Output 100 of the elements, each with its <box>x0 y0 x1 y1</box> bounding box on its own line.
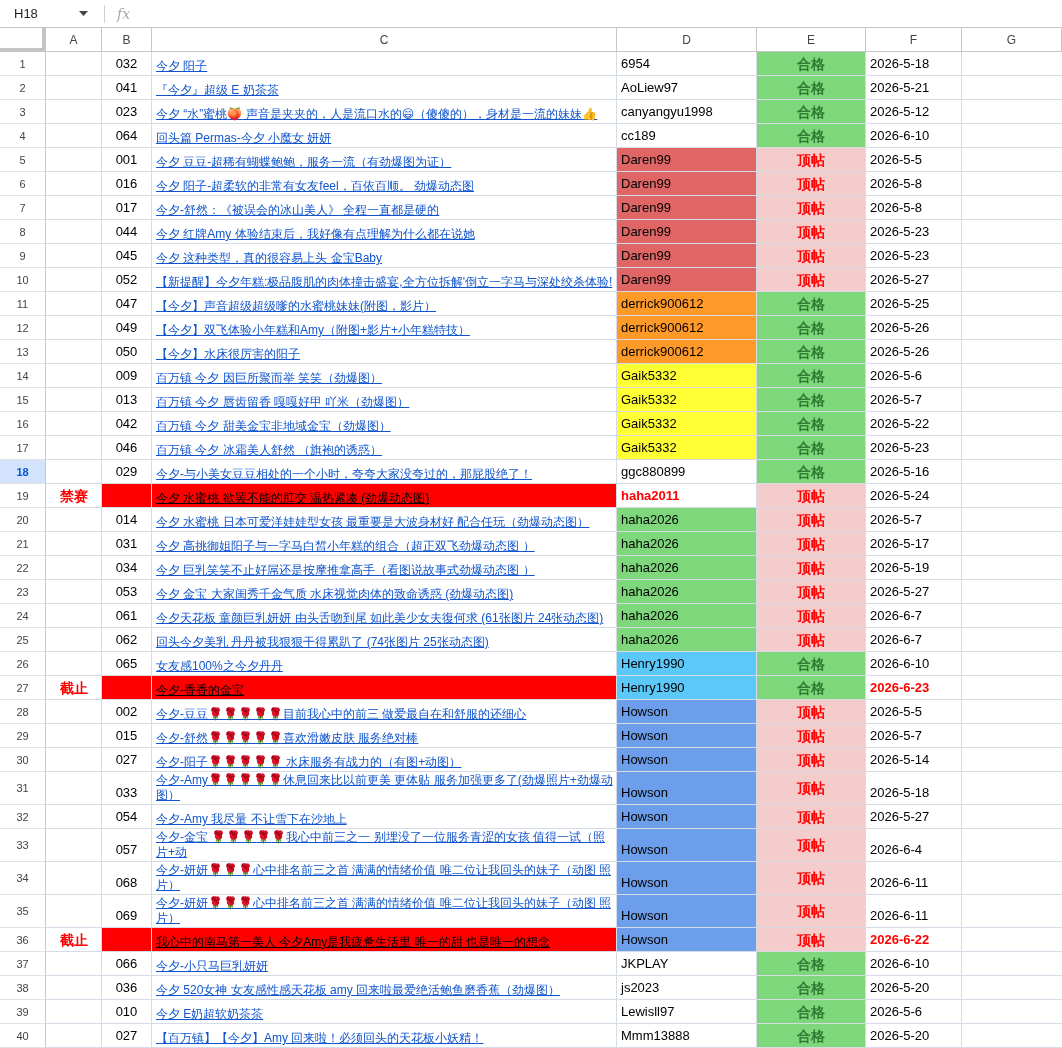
select-all-button[interactable] <box>0 28 46 52</box>
emoji-icon: 🌹 <box>238 896 253 910</box>
post-link[interactable]: 今夕 520女神 女友感性感天花板 amy 回来啦最爱绝活鲍鱼磨香蕉（劲爆图） <box>156 983 561 998</box>
row-header[interactable]: 2 <box>0 76 46 100</box>
post-link[interactable]: 【今夕】声音超级超级嗲的水蜜桃妹妹(附图，影片） <box>156 299 436 314</box>
row-header[interactable]: 26 <box>0 652 46 676</box>
table-cell: 2026-5-20 <box>866 1024 962 1048</box>
table-cell: Daren99 <box>617 244 757 268</box>
post-link[interactable]: 今夕 高挑御姐阳子与一字马白皙小年糕的组合（超正双飞劲爆动态图 ） <box>156 539 535 554</box>
post-link[interactable]: 今夕-香香的金宝 <box>156 683 244 698</box>
post-link[interactable]: 今夕-舒然🌹🌹🌹🌹🌹喜欢滑嫩皮肤 服务绝对棒 <box>156 731 419 746</box>
post-link[interactable]: 今夕 金宝 大家闺秀千金气质 水床视觉肉体的致命诱惑 (劲爆动态图) <box>156 587 514 602</box>
post-link[interactable]: 今夕 红牌Amy 体验结束后，我好像有点理解为什么都在说她 <box>156 227 475 242</box>
table-cell: haha2026 <box>617 580 757 604</box>
row-header[interactable]: 23 <box>0 580 46 604</box>
post-link[interactable]: 我心中的南马第一美人 今夕Amy是我疲惫生活里 唯一的甜 也是唯一的想念 <box>156 935 550 950</box>
post-link[interactable]: 回头篇 Permas-今夕 小魔女 妍妍 <box>156 131 332 146</box>
row-header[interactable]: 34 <box>0 862 46 895</box>
post-link[interactable]: 今夕天花板 童颜巨乳妍妍 由头舌吻到尾 如此美少女夫復何求 (61张图片 24张动态图) <box>156 611 604 626</box>
row-header[interactable]: 1 <box>0 52 46 76</box>
row-header[interactable]: 11 <box>0 292 46 316</box>
status-cell: 顶帖 <box>757 268 866 292</box>
post-link[interactable]: 【今夕】水床很厉害的阳子 <box>156 347 300 362</box>
table-cell: Daren99 <box>617 268 757 292</box>
post-link[interactable]: 今夕-妍妍🌹🌹🌹心中排名前三之首 满满的情绪价值 唯二位让我回头的妹子（动图 照片） <box>156 896 613 926</box>
post-link[interactable]: 百万镇 今夕 冰霜美人舒然 （旗袍的诱惑） <box>156 443 382 458</box>
row-header[interactable]: 30 <box>0 748 46 772</box>
status-cell: 合格 <box>757 52 866 76</box>
post-link[interactable]: 今夕 阳子 <box>156 59 208 74</box>
row-header[interactable]: 19 <box>0 484 46 508</box>
row-header[interactable]: 38 <box>0 976 46 1000</box>
post-link[interactable]: 百万镇 今夕 唇齿留香 嘎嘎好甲 吖米（劲爆图） <box>156 395 410 410</box>
row-header[interactable]: 31 <box>0 772 46 805</box>
post-link[interactable]: 今夕-阳子🌹🌹🌹🌹🌹 水床服务有战力的（有图+动图） <box>156 755 462 770</box>
row-header[interactable]: 21 <box>0 532 46 556</box>
post-link[interactable]: 今夕-Amy🌹🌹🌹🌹🌹休息回来比以前更美 更体贴 服务加强更多了(劲爆照片+劲爆动图） <box>156 773 613 803</box>
post-link[interactable]: 今夕 这种类型，真的很容易上头 金宝Baby <box>156 251 383 266</box>
row-header[interactable]: 12 <box>0 316 46 340</box>
row-header[interactable]: 5 <box>0 148 46 172</box>
row-header[interactable]: 14 <box>0 364 46 388</box>
row-header[interactable]: 8 <box>0 220 46 244</box>
post-link[interactable]: 百万镇 今夕 因巨所聚而举 笑笑（劲爆图） <box>156 371 382 386</box>
table-cell: Daren99 <box>617 220 757 244</box>
row-header[interactable]: 15 <box>0 388 46 412</box>
post-link[interactable]: 女友感100%之今夕丹丹 <box>156 659 283 674</box>
row-header[interactable]: 7 <box>0 196 46 220</box>
row-header[interactable]: 25 <box>0 628 46 652</box>
row-header[interactable]: 17 <box>0 436 46 460</box>
row-header[interactable]: 13 <box>0 340 46 364</box>
row-header[interactable]: 22 <box>0 556 46 580</box>
post-link[interactable]: 回头今夕美乳 丹丹被我狠狠干得累趴了 (74张图片 25张动态图) <box>156 635 489 650</box>
post-link[interactable]: 【新提醒】今夕年糕:极品腹肌的肉体撞击盛宴,全方位拆解'倒立一字马与深处绞杀体验! <box>156 275 613 290</box>
post-link[interactable]: 今夕 E奶超软奶茶茶 <box>156 1007 264 1022</box>
post-link[interactable]: 百万镇 今夕 甜美金宝非地域金宝（劲爆图） <box>156 419 391 434</box>
status-cell: 顶帖 <box>757 196 866 220</box>
row-header[interactable]: 9 <box>0 244 46 268</box>
status-cell: 顶帖 <box>757 484 866 508</box>
post-link[interactable]: 今夕 阳子-超柔软的非常有女友feel，百依百顺。 劲爆动态图 <box>156 179 474 194</box>
post-link[interactable]: 今夕 “水”蜜桃🍑 声音是夹夹的，人是流口水的😄（傻傻的），身材是一流的妹妹👍 <box>156 107 598 122</box>
row-header[interactable]: 20 <box>0 508 46 532</box>
post-link[interactable]: 今夕-与小美女豆豆相处的一个小时，夸夸大家没夸过的，那屁股绝了！ <box>156 467 532 482</box>
status-cell: 合格 <box>757 436 866 460</box>
row-header[interactable]: 27 <box>0 676 46 700</box>
row-header[interactable]: 3 <box>0 100 46 124</box>
row-header[interactable]: 16 <box>0 412 46 436</box>
post-link[interactable]: 今夕-豆豆🌹🌹🌹🌹🌹目前我心中的前三 做爱最自在和舒服的还细心 <box>156 707 527 722</box>
row-header[interactable]: 28 <box>0 700 46 724</box>
table-cell: derrick900612 <box>617 316 757 340</box>
row-header[interactable]: 36 <box>0 928 46 952</box>
row-header[interactable]: 37 <box>0 952 46 976</box>
post-link[interactable]: 今夕 水蜜桃 欲罢不能的肛交 温热紧凑 (劲爆动态图) <box>156 491 430 506</box>
row-header[interactable]: 24 <box>0 604 46 628</box>
post-link[interactable]: 『今夕』超级 E 奶茶茶 <box>156 83 279 98</box>
row-header[interactable]: 10 <box>0 268 46 292</box>
post-link[interactable]: 今夕-妍妍🌹🌹🌹心中排名前三之首 满满的情绪价值 唯二位让我回头的妹子（动图 照片） <box>156 863 613 893</box>
post-link[interactable]: 今夕-金宝 🌹🌹🌹🌹🌹我心中前三之一 别埋没了一位服务青涩的女孩 值得一试（照片+动 <box>156 830 613 860</box>
name-box[interactable]: H18 <box>4 2 94 25</box>
status-cell: 合格 <box>757 412 866 436</box>
table-cell: Howson <box>617 805 757 829</box>
post-link[interactable]: 今夕-舒然：《被误会的冰山美人》 全程一直都是硬的 <box>156 203 440 218</box>
row-header[interactable]: 32 <box>0 805 46 829</box>
row-header[interactable]: 33 <box>0 829 46 862</box>
row-header[interactable]: 40 <box>0 1024 46 1048</box>
row-header[interactable]: 18 <box>0 460 46 484</box>
post-link[interactable]: 今夕 巨乳笑笑不止好屌还是按摩推拿高手（看图说故事式劲爆动态图 ） <box>156 563 535 578</box>
status-cell: 合格 <box>757 1000 866 1024</box>
status-cell: 合格 <box>757 124 866 148</box>
row-header[interactable]: 6 <box>0 172 46 196</box>
post-link[interactable]: 【百万镇】【今夕】Amy 回来啦！必须回头的天花板小妖精！ <box>156 1031 484 1046</box>
row-header[interactable]: 39 <box>0 1000 46 1024</box>
row-header[interactable]: 29 <box>0 724 46 748</box>
table-cell: Daren99 <box>617 196 757 220</box>
post-link[interactable]: 今夕 水蜜桃 日本可爱洋娃娃型女孩 最重要是大波身材好 配合任玩（劲爆动态图） <box>156 515 590 530</box>
post-link[interactable]: 今夕-小只马巨乳妍妍 <box>156 959 268 974</box>
emoji-icon: 🌹 <box>268 773 283 787</box>
post-link[interactable]: 今夕 豆豆-超稀有蝴蝶鲍鲍，服务一流（有劲爆图为证） <box>156 155 452 170</box>
post-link[interactable]: 今夕-Amy 我尽量 不让雪下在沙地上 <box>156 812 347 827</box>
row-header[interactable]: 35 <box>0 895 46 928</box>
row-header[interactable]: 4 <box>0 124 46 148</box>
post-link[interactable]: 【今夕】双飞体验小年糕和Amy（附图+影片+小年糕特技） <box>156 323 470 338</box>
